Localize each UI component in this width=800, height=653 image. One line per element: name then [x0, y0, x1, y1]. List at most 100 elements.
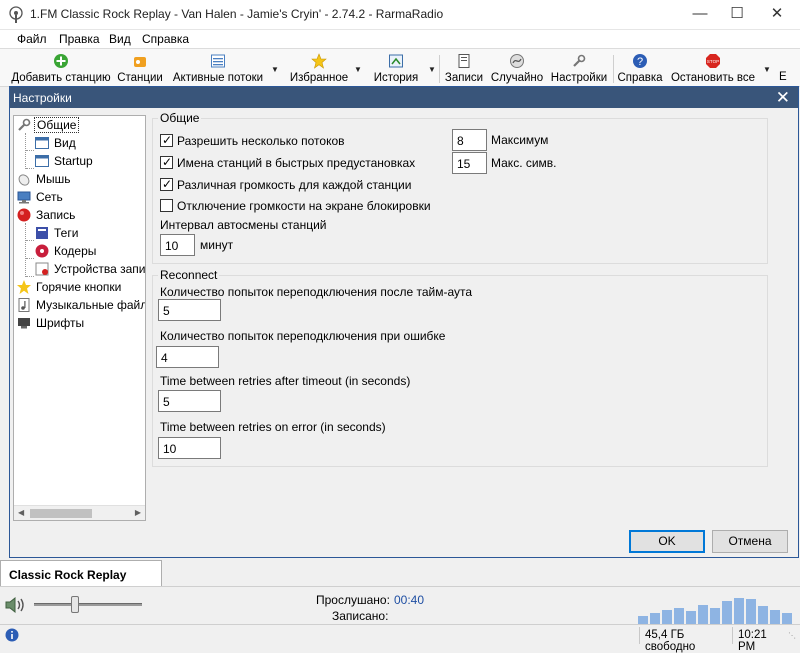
- random-icon: [510, 54, 524, 68]
- checkmark-icon: ✓: [162, 155, 173, 169]
- tree-horizontal-scrollbar[interactable]: ◀ ▶: [14, 505, 145, 520]
- active-streams-button[interactable]: Активные потоки: [170, 50, 266, 86]
- wrench-icon: [573, 54, 586, 67]
- window-icon: [35, 155, 49, 167]
- svg-text:STOP: STOP: [707, 59, 719, 64]
- timeout-attempts-input[interactable]: 5: [158, 299, 221, 321]
- allow-multiple-streams-checkbox[interactable]: ✓: [160, 133, 173, 147]
- menu-edit[interactable]: Правка: [59, 32, 100, 46]
- device-icon: [35, 262, 49, 276]
- history-button[interactable]: История: [368, 50, 424, 86]
- menu-view[interactable]: Вид: [109, 32, 131, 46]
- chevron-down-icon[interactable]: ▼: [763, 65, 771, 74]
- time-after-timeout-input[interactable]: 5: [158, 390, 221, 412]
- close-icon[interactable]: ✕: [776, 87, 790, 108]
- speaker-icon[interactable]: [4, 596, 26, 614]
- history-icon: [389, 54, 403, 68]
- volume-slider-thumb[interactable]: [71, 596, 80, 613]
- add-icon: [54, 54, 68, 68]
- music-file-icon: [18, 298, 30, 312]
- settings-button[interactable]: Настройки: [548, 50, 610, 86]
- dialog-title: Настройки: [13, 91, 72, 105]
- stations-button[interactable]: Станции: [115, 50, 165, 86]
- equalizer-bar: [674, 608, 684, 625]
- add-station-button[interactable]: Добавить станцию: [10, 50, 112, 86]
- close-icon[interactable]: ✕: [757, 0, 797, 30]
- equalizer-bar: [758, 606, 768, 625]
- wrench-icon: [18, 118, 31, 131]
- error-attempts-input[interactable]: 4: [156, 346, 219, 368]
- listened-time: 00:40: [394, 593, 425, 607]
- favorites-button[interactable]: Избранное: [286, 50, 352, 86]
- stop-icon: STOP: [706, 54, 720, 68]
- chevron-down-icon[interactable]: ▼: [271, 65, 279, 74]
- help-icon: ?: [633, 54, 647, 68]
- tag-icon: [36, 227, 48, 239]
- cancel-button[interactable]: Отмена: [712, 530, 788, 553]
- encoder-icon: [35, 244, 49, 258]
- auto-switch-input[interactable]: 10: [160, 234, 195, 256]
- records-button[interactable]: Записи: [442, 50, 486, 86]
- time-after-timeout-label: Time between retries after timeout (in s…: [160, 374, 411, 388]
- chevron-down-icon[interactable]: ▼: [428, 65, 436, 74]
- equalizer-bar: [686, 611, 696, 625]
- toolbar-overflow-label[interactable]: E: [779, 71, 787, 83]
- record-icon: [17, 208, 31, 222]
- resize-grip-icon[interactable]: ⋱: [788, 631, 798, 643]
- general-group-title: Общие: [158, 111, 202, 125]
- checkmark-icon: ✓: [162, 177, 173, 191]
- star-icon: [311, 53, 327, 69]
- menu-file[interactable]: Файл: [17, 32, 47, 46]
- reconnect-group: [152, 275, 768, 467]
- station-names-presets-checkbox[interactable]: ✓: [160, 155, 173, 169]
- settings-tree[interactable]: Общие Вид Startup Мышь Сеть Запись Теги: [13, 115, 146, 521]
- auto-switch-label: Интервал автосмены станций: [160, 218, 327, 232]
- max-streams-label: Максимум: [491, 133, 549, 147]
- scroll-left-icon[interactable]: ◀: [18, 508, 24, 517]
- time-on-error-input[interactable]: 10: [158, 437, 221, 459]
- settings-dialog: Настройки ✕ Общие Вид Startup Мышь Сеть: [9, 86, 799, 558]
- random-button[interactable]: Случайно: [489, 50, 545, 86]
- list-icon: [211, 54, 225, 68]
- help-button[interactable]: ? Справка: [616, 50, 664, 86]
- checkmark-icon: ✓: [162, 133, 173, 147]
- menu-help[interactable]: Справка: [142, 32, 189, 46]
- max-streams-input[interactable]: 8: [452, 129, 487, 151]
- volume-per-station-label: Различная громкость для каждой станции: [177, 178, 412, 192]
- equalizer-bar: [710, 608, 720, 625]
- reconnect-group-title: Reconnect: [158, 268, 220, 282]
- dialog-titlebar: Настройки ✕: [10, 87, 798, 108]
- scroll-right-icon[interactable]: ▶: [135, 508, 141, 517]
- mute-on-lock-checkbox[interactable]: [160, 199, 173, 212]
- status-bar: 45,4 ГБ свободно 10:21 PM ⋱: [0, 624, 800, 653]
- free-space: 45,4 ГБ свободно: [639, 627, 731, 653]
- minimize-icon[interactable]: —: [680, 0, 720, 30]
- max-chars-label: Макс. симв.: [491, 156, 557, 170]
- maximize-icon[interactable]: ☐: [717, 0, 757, 30]
- volume-slider-track[interactable]: [34, 603, 142, 606]
- mouse-icon: [18, 174, 30, 186]
- equalizer-visualizer: [638, 591, 798, 625]
- network-icon: [17, 191, 31, 204]
- equalizer-bar: [746, 599, 756, 625]
- scroll-thumb[interactable]: [30, 509, 92, 518]
- hotkey-icon: [17, 280, 31, 294]
- station-names-presets-label: Имена станций в быстрых предустановках: [177, 156, 416, 170]
- ok-button[interactable]: OK: [629, 530, 705, 553]
- window-title: 1.FM Classic Rock Replay - Van Halen - J…: [30, 7, 444, 21]
- stop-all-button[interactable]: STOP Остановить все: [670, 50, 756, 86]
- records-icon: [458, 54, 470, 68]
- player-bar: Прослушано: 00:40 Записано:: [0, 586, 800, 625]
- auto-switch-unit: минут: [200, 238, 234, 252]
- equalizer-bar: [722, 601, 732, 625]
- chevron-down-icon[interactable]: ▼: [354, 65, 362, 74]
- equalizer-bar: [770, 610, 780, 625]
- station-tab[interactable]: Classic Rock Replay: [0, 560, 162, 586]
- max-chars-input[interactable]: 15: [452, 152, 487, 174]
- equalizer-bar: [662, 610, 672, 625]
- timeout-attempts-label: Количество попыток переподключения после…: [160, 285, 473, 299]
- clock: 10:21 PM: [732, 627, 786, 653]
- toolbar-separator: [439, 55, 440, 83]
- volume-per-station-checkbox[interactable]: ✓: [160, 177, 173, 191]
- info-icon[interactable]: [5, 628, 19, 642]
